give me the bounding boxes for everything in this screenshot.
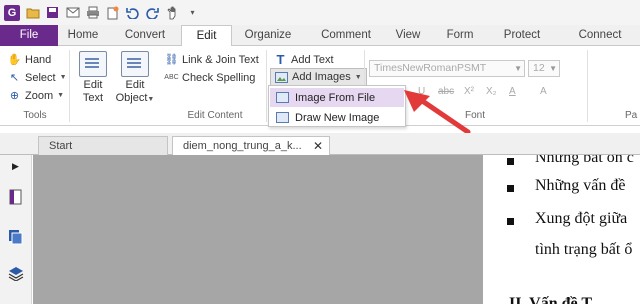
font-name-value: TimesNewRomanPSMT <box>374 62 487 74</box>
close-tab-icon[interactable]: ✕ <box>313 137 323 156</box>
edit-object-button[interactable]: Edit Object▼ <box>114 51 156 106</box>
document-line: II. Vấn đề T... <box>509 295 603 304</box>
select-label: Select <box>25 71 56 84</box>
tools-group-label: Tools <box>23 110 47 121</box>
link-join-label: Link & Join Text <box>182 53 259 66</box>
edit-object-icon <box>121 51 149 77</box>
tab-comment[interactable]: Comment <box>316 25 376 46</box>
hand-tool-button[interactable]: ✋ Hand <box>7 51 52 68</box>
check-spelling-button[interactable]: ABC Check Spelling <box>164 69 256 86</box>
draw-new-image-item[interactable]: Draw New Image <box>270 108 404 127</box>
page-thumbnails-icon[interactable] <box>8 189 24 205</box>
bullet-icon <box>507 185 514 192</box>
save-icon[interactable] <box>45 5 60 20</box>
tab-connect[interactable]: Connect <box>570 25 630 46</box>
document-tab-bar: Start diem_nong_trung_a_k... ✕ <box>0 133 640 156</box>
draw-new-image-label: Draw New Image <box>295 111 380 124</box>
quick-access-toolbar: G ▾ <box>0 0 640 25</box>
draw-image-icon <box>276 112 289 123</box>
edit-text-button[interactable]: Edit Text <box>78 51 108 105</box>
font-color-button[interactable]: A <box>509 86 516 97</box>
tab-start[interactable]: Start <box>38 136 168 156</box>
add-images-label: Add Images <box>292 71 351 83</box>
expand-panel-icon[interactable]: ▶ <box>12 161 19 172</box>
font-size-value: 12 <box>533 62 545 74</box>
edit-text-icon <box>79 51 107 77</box>
font-name-dropdown-icon: ▼ <box>514 64 522 73</box>
edit-text-label-2: Text <box>82 92 104 104</box>
undo-icon[interactable] <box>125 5 140 20</box>
add-images-caret-icon: ▼ <box>354 73 362 81</box>
layers-pages-icon[interactable] <box>8 229 24 245</box>
link-join-text-button[interactable]: ⛓ Link & Join Text <box>165 51 259 68</box>
edit-content-group-label: Edit Content <box>187 110 243 121</box>
hand-tool-icon[interactable] <box>165 5 180 20</box>
image-file-icon <box>276 92 289 103</box>
image-from-file-item[interactable]: Image From File <box>270 88 404 107</box>
zoom-icon: ⊕ <box>9 90 20 102</box>
annotation-arrow-icon <box>404 90 471 135</box>
paragraph-group-label: Pa <box>625 110 638 121</box>
image-from-file-label: Image From File <box>295 91 376 104</box>
add-text-button[interactable]: T Add Text <box>274 51 334 68</box>
zoom-label: Zoom <box>25 89 54 102</box>
highlight-color-button[interactable]: A <box>540 86 547 97</box>
hand-icon: ✋ <box>7 54 22 66</box>
print-icon[interactable] <box>85 5 100 20</box>
font-size-select[interactable]: 12 ▼ <box>528 60 560 77</box>
group-divider <box>69 50 70 122</box>
new-document-icon[interactable] <box>105 5 120 20</box>
subscript-button[interactable]: X₂ <box>486 86 497 97</box>
tab-home[interactable]: Home <box>60 25 106 46</box>
edit-object-label-1: Edit <box>125 79 145 91</box>
select-caret-icon: ▼ <box>59 74 67 81</box>
tab-convert[interactable]: Convert <box>112 25 178 46</box>
layers-icon[interactable] <box>8 265 24 281</box>
tab-protect[interactable]: Protect <box>497 25 547 46</box>
tab-document[interactable]: diem_nong_trung_a_k... ✕ <box>172 136 330 156</box>
select-cursor-icon: ↖ <box>9 72 20 84</box>
left-sidebar: ▶ <box>0 155 32 304</box>
edit-text-label-1: Edit <box>83 79 103 91</box>
add-images-menu: Image From File Draw New Image <box>268 85 406 127</box>
image-icon <box>275 71 288 84</box>
document-tab-label: diem_nong_trung_a_k... <box>183 140 302 152</box>
link-join-icon: ⛓ <box>164 54 179 66</box>
document-page: Những bất ổn c Những vấn đề Xung đột giữ… <box>483 155 640 304</box>
group-divider <box>266 50 267 122</box>
spell-check-icon: ABC <box>164 74 179 81</box>
text-t-icon: T <box>276 52 285 67</box>
customize-dropdown-icon[interactable]: ▾ <box>185 5 200 20</box>
font-size-dropdown-icon: ▼ <box>549 64 557 73</box>
zoom-caret-icon: ▼ <box>57 92 65 99</box>
start-tab-label: Start <box>49 140 73 152</box>
tab-file[interactable]: File <box>0 25 58 46</box>
document-line: Những vấn đề <box>535 177 626 194</box>
document-line: Xung đột giữa <box>535 210 628 227</box>
tab-view[interactable]: View <box>391 25 425 46</box>
document-line: Những bất ổn c <box>535 155 634 166</box>
tab-form[interactable]: Form <box>440 25 480 46</box>
select-tool-button[interactable]: ↖ Select ▼ <box>8 69 67 86</box>
tab-organize[interactable]: Organize <box>240 25 296 46</box>
check-spelling-label: Check Spelling <box>182 71 256 84</box>
add-text-label: Add Text <box>291 53 334 66</box>
document-line: tình trạng bất ổ <box>535 241 633 258</box>
edit-object-label-2: Object▼ <box>115 92 155 104</box>
app-logo-icon: G <box>4 4 20 21</box>
bullet-icon <box>507 218 514 225</box>
add-images-button[interactable]: Add Images ▼ <box>270 68 367 86</box>
open-folder-icon[interactable] <box>25 5 40 20</box>
zoom-tool-button[interactable]: ⊕ Zoom ▼ <box>8 87 64 104</box>
ribbon-tab-bar: File Home Convert Edit Organize Comment … <box>0 25 640 47</box>
group-divider <box>587 50 588 122</box>
font-name-select[interactable]: TimesNewRomanPSMT ▼ <box>369 60 525 77</box>
bullet-icon <box>507 158 514 165</box>
hand-label: Hand <box>25 53 52 66</box>
email-icon[interactable] <box>65 5 80 20</box>
tab-edit[interactable]: Edit <box>181 25 232 47</box>
redo-icon[interactable] <box>145 5 160 20</box>
